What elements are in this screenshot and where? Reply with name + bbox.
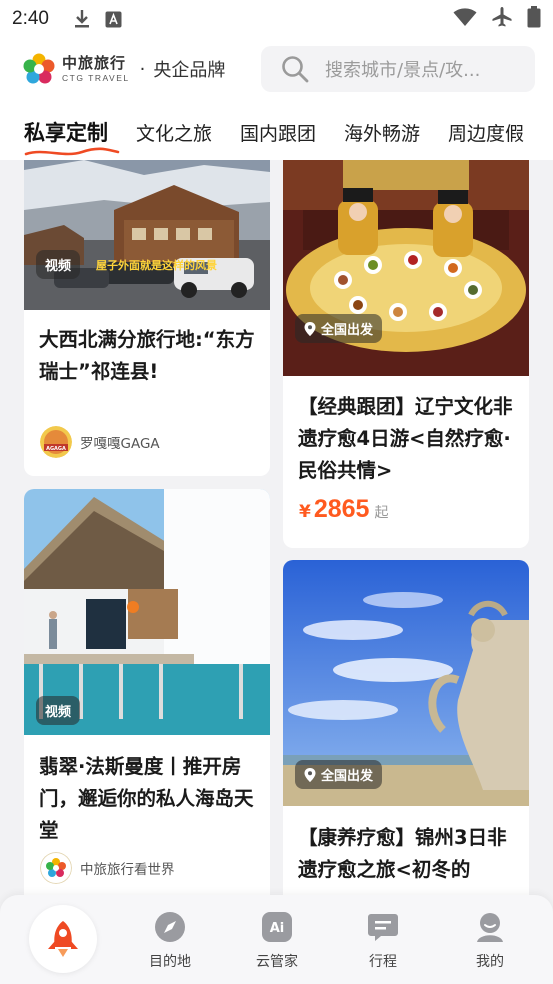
nav-label: 云管家 [256, 954, 298, 970]
card-author: AGAGA 罗嘎嘎GAGA [40, 426, 160, 458]
tab-label: 周边度假 [448, 123, 525, 145]
nav-destination[interactable]: 目的地 [130, 911, 210, 971]
battery-icon [527, 6, 541, 32]
wifi-icon [453, 7, 477, 31]
tab-overseas[interactable]: 海外畅游 [344, 100, 420, 146]
status-time: 2:40 [12, 8, 49, 29]
bottom-navigation: 目的地 Ai 云管家 行程 我的 [0, 895, 553, 984]
card-image: 全国出发 [283, 160, 529, 376]
tab-label: 私享定制 [24, 121, 108, 145]
video-badge: 视频 [36, 696, 81, 725]
rocket-icon [48, 921, 78, 957]
card-title: 大西北满分旅行地:“东方瑞士”祁连县! [39, 328, 255, 383]
feed-card-maldives[interactable]: 视频 翡翠·法斯曼度丨推开房门，邂逅你的私人海岛天堂 中旅旅行看世界 [24, 489, 270, 900]
search-input[interactable]: 搜索城市/景点/攻... [261, 46, 535, 92]
profile-icon [477, 913, 503, 942]
image-caption-overlay: 屋子外面就是这样的风景 [96, 259, 217, 272]
author-avatar [40, 852, 72, 884]
nav-label: 我的 [476, 954, 504, 970]
card-title: 翡翠·法斯曼度丨推开房门，邂逅你的私人海岛天堂 [39, 755, 254, 842]
feed-card-liaoning-tour[interactable]: 全国出发 【经典跟团】辽宁文化非遗疗愈4日游<自然疗愈·民俗共情> ¥ 2865… [283, 160, 529, 548]
nav-home-button[interactable] [29, 905, 97, 973]
svg-text:Ai: Ai [270, 921, 285, 936]
feed-card-jinzhou-tour[interactable]: 全国出发 【康养疗愈】锦州3日非遗疗愈之旅<初冬的 [283, 560, 529, 900]
a-icon [105, 11, 122, 28]
brand[interactable]: 中旅旅行 CTG TRAVEL · 央企品牌 [22, 52, 225, 86]
author-name: 中旅旅行看世界 [80, 862, 175, 878]
itinerary-icon [368, 914, 398, 941]
tab-domestic-group[interactable]: 国内跟团 [240, 100, 316, 146]
nav-profile[interactable]: 我的 [450, 911, 530, 971]
price: ¥ 2865 起 [299, 495, 388, 524]
tab-label: 海外畅游 [344, 123, 421, 145]
nav-label: 目的地 [149, 954, 191, 970]
tab-label: 国内跟团 [240, 123, 317, 145]
tab-active-indicator [24, 147, 120, 156]
location-badge: 全国出发 [295, 760, 383, 789]
search-icon [282, 56, 309, 83]
price-value: 2865 [313, 495, 370, 523]
location-text: 全国出发 [321, 323, 374, 338]
content-feed: 视频 屋子外面就是这样的风景 大西北满分旅行地:“东方瑞士”祁连县! AGAGA… [0, 160, 553, 900]
card-title: 【康养疗愈】锦州3日非遗疗愈之旅<初冬的 [298, 826, 507, 881]
price-currency: ¥ [299, 502, 311, 522]
nav-itinerary[interactable]: 行程 [343, 911, 423, 971]
price-suffix: 起 [374, 505, 389, 521]
brand-slogan: 央企品牌 [153, 60, 226, 81]
nav-label: 行程 [369, 954, 397, 970]
avatar-text: AGAGA [46, 446, 66, 452]
location-text: 全国出发 [321, 769, 374, 784]
compass-icon [155, 912, 185, 942]
tab-culture-tour[interactable]: 文化之旅 [136, 100, 212, 146]
ctg-logo-icon [23, 53, 55, 84]
brand-separator: · [139, 58, 146, 80]
location-pin-icon [304, 321, 316, 336]
tab-private-custom[interactable]: 私享定制 [24, 100, 120, 156]
status-bar: 2:40 [0, 0, 553, 38]
download-icon [73, 9, 91, 29]
airplane-mode-icon [491, 6, 513, 32]
video-badge: 视频 [36, 250, 81, 279]
card-title: 【经典跟团】辽宁文化非遗疗愈4日游<自然疗愈·民俗共情> [298, 395, 513, 482]
feed-card-qilian[interactable]: 视频 屋子外面就是这样的风景 大西北满分旅行地:“东方瑞士”祁连县! AGAGA… [24, 160, 270, 476]
card-author: 中旅旅行看世界 [40, 852, 175, 884]
search-placeholder: 搜索城市/景点/攻... [325, 60, 481, 81]
card-image: 全国出发 [283, 560, 529, 806]
card-image: 视频 屋子外面就是这样的风景 [24, 160, 270, 310]
location-pin-icon [304, 767, 316, 782]
category-tabs: 私享定制 文化之旅 国内跟团 海外畅游 周边度假 [0, 100, 553, 160]
card-image: 视频 [24, 489, 270, 735]
brand-name-en: CTG TRAVEL [62, 72, 130, 83]
author-avatar: AGAGA [40, 426, 72, 458]
tab-label: 文化之旅 [136, 123, 213, 145]
ai-icon: Ai [262, 912, 292, 942]
header: 中旅旅行 CTG TRAVEL · 央企品牌 搜索城市/景点/攻... [0, 38, 553, 100]
location-badge: 全国出发 [295, 314, 383, 343]
nav-cloud-butler[interactable]: Ai 云管家 [237, 911, 317, 971]
brand-name: 中旅旅行 [62, 53, 127, 72]
author-name: 罗嘎嘎GAGA [80, 436, 160, 452]
tab-nearby-vacation[interactable]: 周边度假 [448, 100, 524, 146]
